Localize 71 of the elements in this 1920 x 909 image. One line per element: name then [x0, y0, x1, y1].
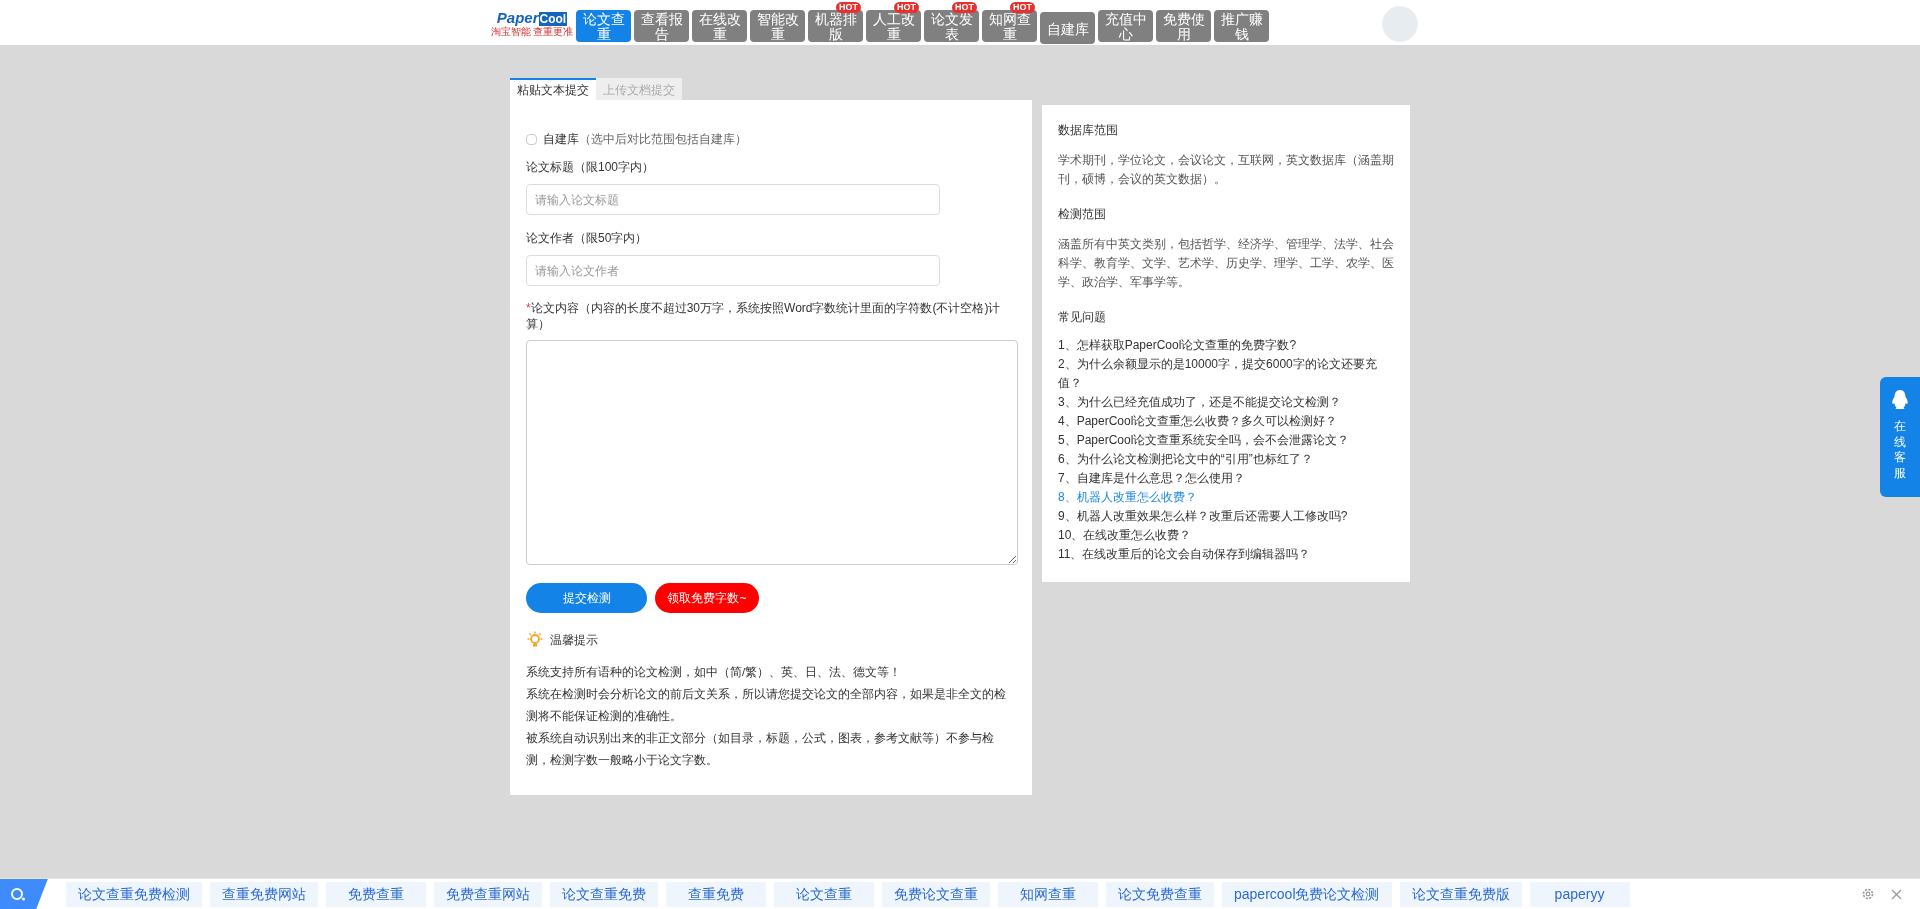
search-link[interactable]: 论文免费查重	[1106, 881, 1214, 907]
tips-title: 温馨提示	[550, 632, 598, 649]
field-label: *论文内容（内容的长度不超过30万字，系统按照Word字数统计里面的字符数(不计空格)计算）	[526, 300, 1002, 332]
faq-link[interactable]: 1、怎样获取PaperCool论文查重的免费字数?	[1058, 336, 1394, 355]
section-heading: 常见问题	[1058, 309, 1107, 326]
checkbox[interactable]	[526, 133, 537, 145]
penguin-icon	[1891, 389, 1909, 411]
search-link[interactable]: 查重免费网站	[210, 881, 318, 907]
search-link[interactable]: 免费论文查重	[882, 881, 990, 907]
nav-tab[interactable]: 自建库	[1040, 12, 1095, 44]
nav-tab[interactable]: 论文查重	[576, 10, 631, 42]
nav-tab[interactable]: 机器排版	[808, 10, 863, 42]
section-heading: 数据库范围	[1058, 122, 1119, 139]
checkbox-label: 自建库	[543, 131, 579, 148]
nav-tab[interactable]: 推广赚钱	[1214, 10, 1269, 42]
search-link[interactable]: 论文查重	[774, 881, 874, 907]
section-heading: 检测范围	[1058, 206, 1107, 223]
faq-link[interactable]: 2、为什么余额显示的是10000字，提交6000字的论文还要充值？	[1058, 355, 1394, 393]
search-link[interactable]: papercool免费论文检测	[1222, 881, 1392, 907]
faq-link[interactable]: 6、为什么论文检测把论文中的“引用”也标红了？	[1058, 450, 1394, 469]
settings-icon[interactable]	[1861, 887, 1875, 901]
service-label: 在线客服	[1894, 419, 1906, 482]
faq-link[interactable]: 3、为什么已经充值成功了，还是不能提交论文检测？	[1058, 393, 1394, 412]
close-icon[interactable]	[1891, 888, 1902, 900]
search-link[interactable]: paperyy	[1529, 881, 1630, 907]
faq-link[interactable]: 5、PaperCool论文查重系统安全吗，会不会泄露论文？	[1058, 431, 1394, 450]
field-label: 论文标题（限100字内）	[526, 159, 656, 176]
nav-tab[interactable]: 知网查重	[982, 10, 1037, 42]
tip-text: 系统支持所有语种的论文检测，如中（简/繁）、英、日、法、德文等！	[526, 665, 903, 680]
search-link[interactable]: 免费查重	[326, 881, 426, 907]
logo-text: Paper	[496, 9, 539, 26]
hot-badge: HOT	[894, 2, 919, 13]
title-input[interactable]: 请输入论文标题	[526, 184, 940, 215]
tip-text: 被系统自动识别出来的非正文部分（如目录，标题，公式，图表，参考文献等）不参与检测，检测字数一般略小于论文字数。	[526, 731, 995, 768]
search-link[interactable]: 论文查重免费版	[1399, 881, 1522, 907]
search-link[interactable]: 论文查重免费检测	[66, 881, 202, 907]
logo-tagline: 淘宝智能 查重更准	[490, 25, 574, 37]
checkbox-note: （选中后对比范围包括自建库）	[579, 131, 747, 148]
tip-text: 系统在检测时会分析论文的前后文关系，所以请您提交论文的全部内容，如果是非全文的检测将不能保证检测的准确性。	[526, 687, 1007, 724]
nav-tab[interactable]: 论文发表	[924, 10, 979, 42]
logo-text: Cool	[538, 11, 568, 26]
section-text: 涵盖所有中英文类别，包括哲学、经济学、管理学、法学、社会科学、教育学、文学、艺术学、历史学、理学、工学、农学、医学、政治学、军事学等。	[1058, 236, 1394, 291]
nav-tab[interactable]: 免费使用	[1156, 10, 1211, 42]
search-link[interactable]: 知网查重	[998, 881, 1098, 907]
faq-link[interactable]: 4、PaperCool论文查重怎么收费？多久可以检测好？	[1058, 412, 1394, 431]
search-link[interactable]: 免费查重网站	[434, 881, 542, 907]
online-service-button[interactable]: 在线客服	[1880, 377, 1920, 497]
hot-badge: HOT	[836, 2, 861, 13]
field-label: 论文作者（限50字内）	[526, 230, 649, 247]
free-words-button[interactable]: 领取免费字数~	[655, 583, 759, 613]
nav-tab[interactable]: 查看报告	[634, 10, 689, 42]
search-link[interactable]: 查重免费	[666, 881, 766, 907]
faq-link[interactable]: 9、机器人改重效果怎么样？改重后还需要人工修改吗?	[1058, 507, 1394, 526]
search-link[interactable]: 论文查重免费	[550, 881, 658, 907]
faq-link[interactable]: 11、在线改重后的论文会自动保存到编辑器吗？	[1058, 545, 1394, 564]
content-textarea[interactable]	[526, 340, 1018, 565]
nav-tab[interactable]: 在线改重	[692, 10, 747, 42]
nav-tab[interactable]: 人工改重	[866, 10, 921, 42]
nav-tab[interactable]: 充值中心	[1098, 10, 1153, 42]
nav-tab[interactable]: 智能改重	[750, 10, 805, 42]
author-input[interactable]: 请输入论文作者	[526, 255, 940, 286]
lightbulb-icon	[526, 631, 544, 649]
tab[interactable]: 粘贴文本提交	[510, 78, 596, 100]
faq-link[interactable]: 7、自建库是什么意思？怎么使用？	[1058, 469, 1394, 488]
hot-badge: HOT	[1010, 2, 1035, 13]
section-text: 学术期刊，学位论文，会议论文，互联网，英文数据库（涵盖期刊，硕博，会议的英文数据）。	[1058, 152, 1394, 188]
faq-link[interactable]: 10、在线改重怎么收费？	[1058, 526, 1394, 545]
avatar[interactable]	[1382, 6, 1418, 42]
hot-badge: HOT	[952, 2, 977, 13]
submit-button[interactable]: 提交检测	[526, 583, 647, 613]
faq-link[interactable]: 8、机器人改重怎么收费？	[1058, 488, 1394, 507]
